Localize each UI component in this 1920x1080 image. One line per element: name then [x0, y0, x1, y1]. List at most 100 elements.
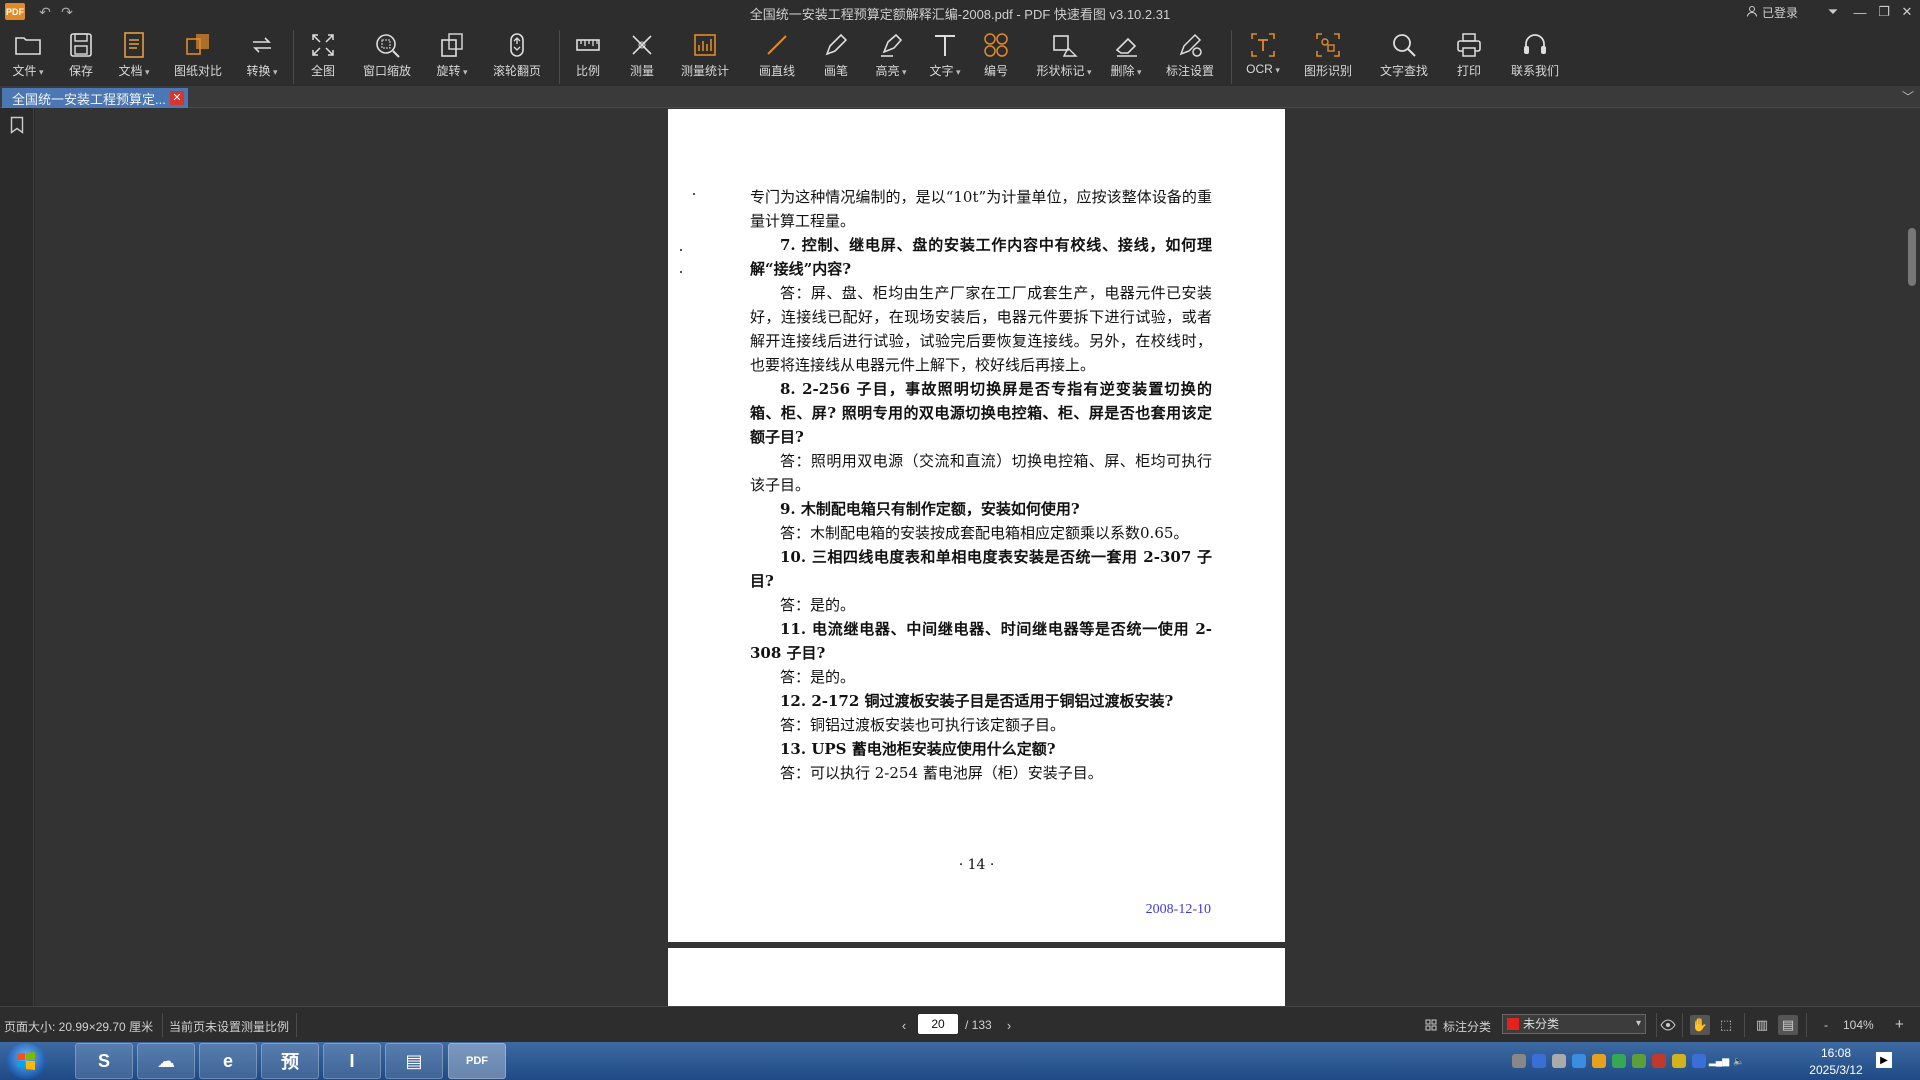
app-tray-icon[interactable] — [1572, 1054, 1586, 1068]
toolbar-button-label: 文字查找 — [1379, 64, 1428, 78]
input-app-icon[interactable]: I — [323, 1043, 381, 1079]
toolbar-button[interactable]: 窗口缩放 — [357, 30, 417, 84]
signal-icon[interactable]: ▂▄▆ — [1709, 1054, 1729, 1068]
toolbar-button-label: 图形识别 — [1303, 64, 1352, 78]
minimize-button[interactable]: — — [1849, 2, 1871, 22]
toolbar-button[interactable]: 联系我们 — [1505, 30, 1565, 84]
zoom-out-button[interactable]: - — [1824, 1018, 1828, 1032]
toolbar-button-label: 画笔 — [823, 64, 848, 78]
eye-icon[interactable] — [1658, 1015, 1678, 1035]
toolbar-button[interactable]: 高亮 — [861, 30, 921, 84]
next-page-icon[interactable]: › — [999, 1015, 1019, 1035]
chevron-down-icon[interactable]: ﹀ — [1902, 88, 1914, 105]
prev-page-icon[interactable]: ‹ — [894, 1015, 914, 1035]
browser-tray-icon[interactable] — [1612, 1054, 1626, 1068]
document-viewer[interactable]: 专门为这种情况编制的，是以“10t”为计量单位，应按该整体设备的重量计算工程量。… — [35, 108, 1920, 1006]
dropdown-menu-icon[interactable]: ⏷ — [1822, 2, 1844, 22]
toolbar-button[interactable]: OCR — [1233, 30, 1293, 84]
close-button[interactable]: ✕ — [1896, 2, 1918, 22]
toolbar-button[interactable]: 画笔 — [806, 30, 866, 84]
compare-icon — [183, 30, 213, 60]
question-paragraph: 8. 2-256 子目，事故照明切换屏是否专指有逆变装置切换的箱、柜、屏? 照明… — [750, 380, 1212, 446]
question-paragraph: 13. UPS 蓄电池柜安装应使用什么定额? — [780, 740, 1056, 758]
toolbar-button[interactable]: 画直线 — [747, 30, 807, 84]
status-divider — [1806, 1013, 1807, 1037]
question-paragraph: 10. 三相四线电度表和单相电度表安装是否统一套用 2-307 子目? — [750, 548, 1212, 590]
text-icon — [930, 30, 960, 60]
toolbar-button-label: 全图 — [310, 64, 335, 78]
toolbar-button[interactable]: 标注设置 — [1160, 30, 1220, 84]
toolbar-button[interactable]: 形状标记 — [1034, 30, 1094, 84]
toolbar-button-label: 旋转 — [436, 62, 467, 79]
start-button[interactable] — [6, 1043, 46, 1079]
toolbar-button[interactable]: 转换 — [232, 30, 292, 84]
zoom-window-icon — [372, 30, 402, 60]
pdf-page: 专门为这种情况编制的，是以“10t”为计量单位，应按该整体设备的重量计算工程量。… — [668, 109, 1285, 942]
file-explorer-icon[interactable]: ▤ — [385, 1043, 443, 1079]
convert-icon — [247, 30, 277, 60]
status-divider — [1682, 1013, 1683, 1037]
help-icon[interactable] — [1532, 1054, 1546, 1068]
budget-app-icon[interactable]: 预 — [261, 1043, 319, 1079]
smiley-tray-icon[interactable] — [1672, 1054, 1686, 1068]
keyboard-icon[interactable] — [1512, 1054, 1526, 1068]
notification-flag-icon[interactable]: ▶ — [1876, 1052, 1892, 1068]
line-icon — [762, 30, 792, 60]
select-tool-icon[interactable]: ⬚ — [1716, 1015, 1736, 1035]
title-bar: PDF ↶ ↷ 全国统一安装工程预算定额解释汇编-2008.pdf - PDF … — [0, 0, 1920, 24]
login-status[interactable]: 已登录 — [1746, 4, 1798, 21]
toolbar-button[interactable]: 图纸对比 — [168, 30, 228, 84]
sync-tray-icon[interactable] — [1692, 1054, 1706, 1068]
vertical-scrollbar[interactable] — [1908, 228, 1916, 286]
browser-360-icon[interactable]: S — [75, 1043, 133, 1079]
cloud-drive-icon[interactable]: ☁ — [137, 1043, 195, 1079]
toolbar-button[interactable]: 测量 — [612, 30, 672, 84]
page-number-input[interactable]: 20 — [918, 1014, 958, 1034]
toolbar-button[interactable]: 编号 — [966, 30, 1026, 84]
toolbar-button[interactable]: 测量统计 — [675, 30, 735, 84]
status-divider — [1744, 1013, 1745, 1037]
continuous-view-icon[interactable]: ▤ — [1778, 1015, 1798, 1035]
clock-date[interactable]: 2025/3/12 — [1798, 1063, 1874, 1077]
bookmark-icon[interactable] — [10, 116, 24, 139]
zoom-in-button[interactable]: + — [1895, 1016, 1904, 1033]
toolbar-button[interactable]: 文件 — [0, 30, 58, 84]
security-tray-icon[interactable] — [1632, 1054, 1646, 1068]
single-page-view-icon[interactable]: ▥ — [1752, 1015, 1772, 1035]
restore-button[interactable]: ❐ — [1873, 2, 1895, 22]
toolbar-button[interactable]: 删除 — [1096, 30, 1156, 84]
toolbar-button[interactable]: 打印 — [1439, 30, 1499, 84]
category-select[interactable]: 未分类 ▾ — [1502, 1014, 1646, 1034]
pdf-viewer-icon[interactable]: PDF — [448, 1043, 506, 1079]
network-adapter-icon[interactable] — [1552, 1054, 1566, 1068]
toolbar-button[interactable]: 滚轮翻页 — [487, 30, 547, 84]
clock-time[interactable]: 16:08 — [1812, 1046, 1860, 1060]
toolbar-button[interactable]: 文字查找 — [1374, 30, 1434, 84]
status-divider — [1656, 1013, 1657, 1037]
scan-speck — [680, 271, 682, 273]
close-tab-icon[interactable]: ✕ — [170, 91, 184, 105]
page-date-stamp: 2008-12-10 — [1145, 902, 1211, 917]
toolbar-button-label: 标注设置 — [1165, 64, 1214, 78]
search-icon — [1389, 30, 1419, 60]
toolbar-button-label: 文件 — [12, 62, 43, 79]
toolbar-button[interactable]: 保存 — [51, 30, 111, 84]
toolbar-button[interactable]: 比例 — [558, 30, 618, 84]
volume-icon[interactable]: 🔈 — [1732, 1054, 1746, 1068]
toolbar-button[interactable]: 旋转 — [422, 30, 482, 84]
document-tab[interactable]: 全国统一安装工程预算定... ✕ — [2, 88, 188, 108]
toolbar-button[interactable]: 全图 — [293, 30, 353, 84]
toolbar-button[interactable]: 图形识别 — [1298, 30, 1358, 84]
highlighter-icon — [876, 30, 906, 60]
zoom-level: 104% — [1843, 1018, 1874, 1032]
scale-icon — [573, 30, 603, 60]
antivirus-tray-icon[interactable] — [1652, 1054, 1666, 1068]
answer-paragraph: 答：照明用双电源（交流和直流）切换电控箱、屏、柜均可执行该子目。 — [750, 452, 1212, 494]
chevron-down-icon: ▾ — [1635, 1018, 1641, 1029]
toolbar-button-label: 文字 — [929, 62, 960, 79]
toolbar-button[interactable]: 文档 — [104, 30, 164, 84]
ie-browser-icon[interactable]: e — [199, 1043, 257, 1079]
cloud-tray-icon[interactable] — [1592, 1054, 1606, 1068]
hand-tool-icon[interactable]: ✋ — [1690, 1015, 1710, 1035]
toolbar-button-label: 图纸对比 — [173, 64, 222, 78]
